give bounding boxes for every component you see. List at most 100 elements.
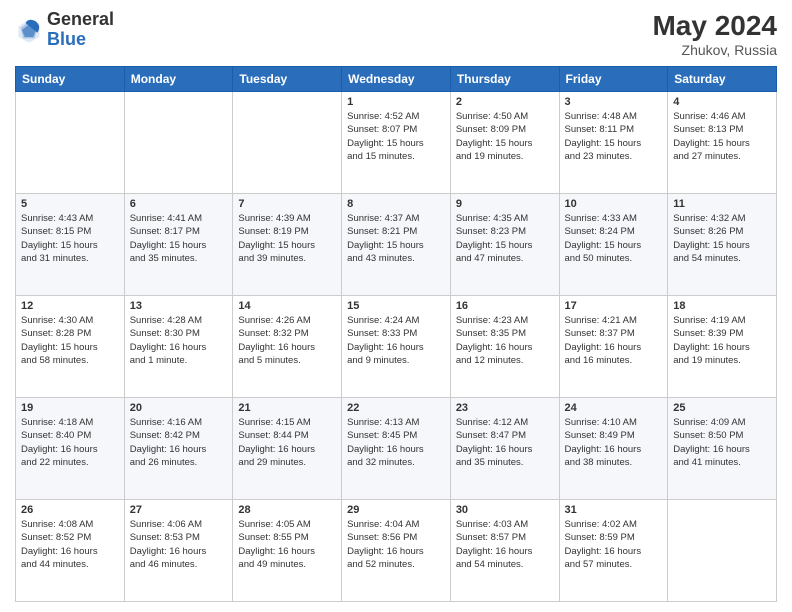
column-header-thursday: Thursday [450, 67, 559, 92]
day-number: 28 [238, 504, 336, 516]
week-row-4: 19 Sunrise: 4:18 AM Sunset: 8:40 PM Dayli… [16, 398, 777, 500]
day-cell: 6Sunrise: 4:41 AM Sunset: 8:17 PM Daylig… [124, 194, 233, 296]
day-number: 4 [673, 96, 771, 108]
column-header-friday: Friday [559, 67, 668, 92]
day-info: Sunrise: 4:19 AM Sunset: 8:39 PM Dayligh… [673, 314, 771, 367]
column-header-monday: Monday [124, 67, 233, 92]
day-info: Sunrise: 4:08 AM Sunset: 8:52 PM Dayligh… [21, 518, 119, 571]
day-number: 16 [456, 300, 554, 312]
day-cell: 29Sunrise: 4:04 AM Sunset: 8:56 PM Dayli… [342, 500, 451, 602]
day-cell: 16 Sunrise: 4:23 AM Sunset: 8:35 PM Dayli… [450, 296, 559, 398]
day-cell [124, 92, 233, 194]
day-cell: 24Sunrise: 4:10 AM Sunset: 8:49 PM Dayli… [559, 398, 668, 500]
day-cell: 17 Sunrise: 4:21 AM Sunset: 8:37 PM Dayli… [559, 296, 668, 398]
day-info: Sunrise: 4:30 AM Sunset: 8:28 PM Dayligh… [21, 314, 119, 367]
day-number: 27 [130, 504, 228, 516]
logo-general: General [47, 10, 114, 30]
day-number: 3 [565, 96, 663, 108]
month-year: May 2024 [652, 10, 777, 42]
day-cell: 3 Sunrise: 4:48 AM Sunset: 8:11 PM Daylig… [559, 92, 668, 194]
calendar-page: General Blue May 2024 Zhukov, Russia Sun… [0, 0, 792, 612]
logo-blue: Blue [47, 30, 114, 50]
day-cell: 9Sunrise: 4:35 AM Sunset: 8:23 PM Daylig… [450, 194, 559, 296]
column-header-wednesday: Wednesday [342, 67, 451, 92]
day-number: 2 [456, 96, 554, 108]
day-number: 25 [673, 402, 771, 414]
day-cell: 12 Sunrise: 4:30 AM Sunset: 8:28 PM Dayli… [16, 296, 125, 398]
day-info: Sunrise: 4:15 AM Sunset: 8:44 PM Dayligh… [238, 416, 336, 469]
day-info: Sunrise: 4:02 AM Sunset: 8:59 PM Dayligh… [565, 518, 663, 571]
day-info: Sunrise: 4:13 AM Sunset: 8:45 PM Dayligh… [347, 416, 445, 469]
day-info: Sunrise: 4:24 AM Sunset: 8:33 PM Dayligh… [347, 314, 445, 367]
day-info: Sunrise: 4:37 AM Sunset: 8:21 PM Dayligh… [347, 212, 445, 265]
day-cell: 19 Sunrise: 4:18 AM Sunset: 8:40 PM Dayli… [16, 398, 125, 500]
day-info: Sunrise: 4:06 AM Sunset: 8:53 PM Dayligh… [130, 518, 228, 571]
day-number: 13 [130, 300, 228, 312]
day-number: 8 [347, 198, 445, 210]
day-info: Sunrise: 4:28 AM Sunset: 8:30 PM Dayligh… [130, 314, 228, 367]
day-number: 12 [21, 300, 119, 312]
day-number: 21 [238, 402, 336, 414]
day-cell: 26Sunrise: 4:08 AM Sunset: 8:52 PM Dayli… [16, 500, 125, 602]
day-cell: 27 Sunrise: 4:06 AM Sunset: 8:53 PM Dayli… [124, 500, 233, 602]
column-header-saturday: Saturday [668, 67, 777, 92]
day-info: Sunrise: 4:46 AM Sunset: 8:13 PM Dayligh… [673, 110, 771, 163]
day-cell: 28Sunrise: 4:05 AM Sunset: 8:55 PM Dayli… [233, 500, 342, 602]
day-info: Sunrise: 4:09 AM Sunset: 8:50 PM Dayligh… [673, 416, 771, 469]
week-row-1: 1 Sunrise: 4:52 AM Sunset: 8:07 PM Daylig… [16, 92, 777, 194]
logo-icon [15, 16, 43, 44]
day-info: Sunrise: 4:39 AM Sunset: 8:19 PM Dayligh… [238, 212, 336, 265]
day-number: 7 [238, 198, 336, 210]
day-number: 22 [347, 402, 445, 414]
day-cell: 21 Sunrise: 4:15 AM Sunset: 8:44 PM Dayli… [233, 398, 342, 500]
header-row: SundayMondayTuesdayWednesdayThursdayFrid… [16, 67, 777, 92]
day-number: 9 [456, 198, 554, 210]
day-cell: 23Sunrise: 4:12 AM Sunset: 8:47 PM Dayli… [450, 398, 559, 500]
day-cell: 18 Sunrise: 4:19 AM Sunset: 8:39 PM Dayli… [668, 296, 777, 398]
day-number: 29 [347, 504, 445, 516]
column-header-sunday: Sunday [16, 67, 125, 92]
day-info: Sunrise: 4:26 AM Sunset: 8:32 PM Dayligh… [238, 314, 336, 367]
day-cell [233, 92, 342, 194]
column-header-tuesday: Tuesday [233, 67, 342, 92]
header: General Blue May 2024 Zhukov, Russia [15, 10, 777, 58]
day-cell: 5 Sunrise: 4:43 AM Sunset: 8:15 PM Daylig… [16, 194, 125, 296]
day-cell: 11 Sunrise: 4:32 AM Sunset: 8:26 PM Dayli… [668, 194, 777, 296]
day-number: 20 [130, 402, 228, 414]
title-block: May 2024 Zhukov, Russia [652, 10, 777, 58]
calendar-table: SundayMondayTuesdayWednesdayThursdayFrid… [15, 66, 777, 602]
day-cell: 8 Sunrise: 4:37 AM Sunset: 8:21 PM Daylig… [342, 194, 451, 296]
day-cell: 7 Sunrise: 4:39 AM Sunset: 8:19 PM Daylig… [233, 194, 342, 296]
day-cell: 25 Sunrise: 4:09 AM Sunset: 8:50 PM Dayli… [668, 398, 777, 500]
day-info: Sunrise: 4:16 AM Sunset: 8:42 PM Dayligh… [130, 416, 228, 469]
day-info: Sunrise: 4:48 AM Sunset: 8:11 PM Dayligh… [565, 110, 663, 163]
day-cell: 20 Sunrise: 4:16 AM Sunset: 8:42 PM Dayli… [124, 398, 233, 500]
day-number: 17 [565, 300, 663, 312]
day-info: Sunrise: 4:12 AM Sunset: 8:47 PM Dayligh… [456, 416, 554, 469]
day-number: 31 [565, 504, 663, 516]
day-cell: 15Sunrise: 4:24 AM Sunset: 8:33 PM Dayli… [342, 296, 451, 398]
week-row-2: 5 Sunrise: 4:43 AM Sunset: 8:15 PM Daylig… [16, 194, 777, 296]
location: Zhukov, Russia [652, 42, 777, 58]
day-info: Sunrise: 4:43 AM Sunset: 8:15 PM Dayligh… [21, 212, 119, 265]
day-number: 5 [21, 198, 119, 210]
day-number: 10 [565, 198, 663, 210]
day-info: Sunrise: 4:33 AM Sunset: 8:24 PM Dayligh… [565, 212, 663, 265]
day-number: 11 [673, 198, 771, 210]
day-info: Sunrise: 4:32 AM Sunset: 8:26 PM Dayligh… [673, 212, 771, 265]
day-cell: 14Sunrise: 4:26 AM Sunset: 8:32 PM Dayli… [233, 296, 342, 398]
day-info: Sunrise: 4:21 AM Sunset: 8:37 PM Dayligh… [565, 314, 663, 367]
day-cell [668, 500, 777, 602]
day-number: 1 [347, 96, 445, 108]
day-info: Sunrise: 4:18 AM Sunset: 8:40 PM Dayligh… [21, 416, 119, 469]
day-info: Sunrise: 4:52 AM Sunset: 8:07 PM Dayligh… [347, 110, 445, 163]
day-info: Sunrise: 4:23 AM Sunset: 8:35 PM Dayligh… [456, 314, 554, 367]
logo-text: General Blue [47, 10, 114, 50]
day-cell: 31 Sunrise: 4:02 AM Sunset: 8:59 PM Dayli… [559, 500, 668, 602]
day-cell: 1 Sunrise: 4:52 AM Sunset: 8:07 PM Daylig… [342, 92, 451, 194]
day-number: 19 [21, 402, 119, 414]
logo: General Blue [15, 10, 114, 50]
week-row-5: 26Sunrise: 4:08 AM Sunset: 8:52 PM Dayli… [16, 500, 777, 602]
day-number: 24 [565, 402, 663, 414]
day-number: 18 [673, 300, 771, 312]
